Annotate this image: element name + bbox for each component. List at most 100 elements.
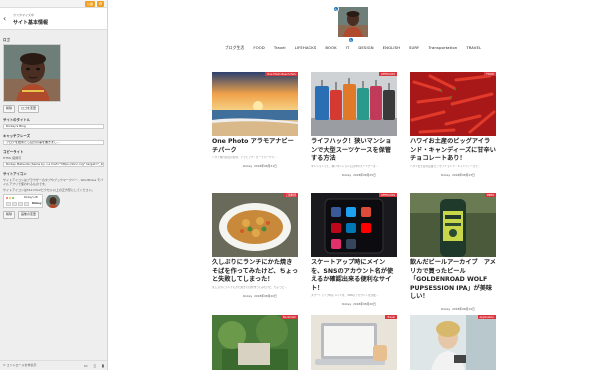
- post-author: Rickey: [342, 302, 352, 307]
- post-title[interactable]: スケートアップ時にメインを、SNSのアカウント名が使えるか確認出来る便利なサイト…: [311, 259, 397, 293]
- post-card[interactable]: One Photo Beach Park One Photo アラモアナビーチパ…: [212, 72, 298, 169]
- site-icon-desc: サイトアイコンはブラウザーのタブやブックマークバー、WordPress モバイル…: [3, 177, 104, 186]
- publish-button[interactable]: 公開: [85, 1, 95, 7]
- nav-item-english[interactable]: ENGLISH: [383, 45, 400, 51]
- post-title[interactable]: One Photo アラモアナビーチパーク: [212, 138, 298, 155]
- post-thumbnail[interactable]: LIFEHACKS: [311, 193, 397, 257]
- change-logo-button[interactable]: ロゴを変更: [18, 105, 40, 113]
- post-excerpt: スケートアップ時にメインを、SNSのアカウント名が使…: [311, 294, 379, 298]
- logo-image[interactable]: [3, 44, 61, 102]
- change-icon-button[interactable]: 画像の変更: [18, 211, 40, 219]
- nav-item-lifehacks[interactable]: LIFEHACKS: [295, 45, 317, 51]
- post-thumbnail[interactable]: One Photo Beach Park: [212, 72, 298, 136]
- site-icon-preview: Rickey's Bl Rickey: [3, 194, 104, 209]
- post-card[interactable]: LIFEHACKS スケートアップ時にメインを、SNSのアカウント名が使えるか確…: [311, 193, 397, 307]
- category-badge[interactable]: BEER: [485, 193, 496, 198]
- desktop-icon[interactable]: ▭: [84, 363, 88, 368]
- nav-item-travel[interactable]: Travel: [274, 45, 286, 51]
- mobile-icon[interactable]: ▮: [102, 363, 104, 368]
- category-badge[interactable]: One Photo Beach Park: [265, 72, 298, 77]
- hide-controls-button[interactable]: ⊙ コントロールを非表示: [3, 363, 36, 367]
- post-thumbnail[interactable]: BEER: [410, 193, 496, 257]
- site-icon-buttons: 削除 画像の変更: [3, 211, 104, 219]
- nav-item-transportation[interactable]: Transportation: [428, 45, 457, 51]
- post-date: 2018年08月19日: [452, 307, 475, 312]
- copyright-input[interactable]: Rickey Matsuda (Same by <a href="https:/…: [3, 161, 104, 167]
- post-author: Rickey: [441, 172, 451, 177]
- hide-controls-label: コントロールを非表示: [6, 363, 37, 367]
- post-card[interactable]: BEER 飲んだビールアーカイブ アメリカで買ったビール「GOLDENROAD …: [410, 193, 496, 312]
- post-thumbnail[interactable]: Bookmark: [212, 315, 298, 370]
- global-nav: ブログ生活 FOOD Travel LIFEHACKS BOOK IT DESI…: [108, 45, 598, 51]
- breadcrumb: カスタマイズ中: [13, 13, 34, 17]
- nav-item-surf[interactable]: SURF: [409, 45, 419, 51]
- post-meta: Rickey 2018年08月20日: [236, 293, 298, 298]
- post-date: 2018年08月31日: [254, 164, 277, 169]
- post-thumbnail[interactable]: Application: [410, 315, 496, 370]
- site-logo[interactable]: [338, 7, 368, 37]
- post-thumbnail[interactable]: ご飯料理: [212, 193, 298, 257]
- post-meta: Rickey 2018年08月31日: [236, 164, 298, 169]
- author-avatar: [335, 302, 340, 307]
- back-arrow-icon[interactable]: ‹: [3, 14, 6, 23]
- remove-icon-button[interactable]: 削除: [3, 211, 16, 219]
- post-title[interactable]: 飲んだビールアーカイブ アメリカで買ったビール「GOLDENROAD WOLF …: [410, 259, 496, 302]
- site-icon-label: サイトアイコン: [3, 171, 27, 176]
- nav-item-blog-life[interactable]: ブログ生活: [225, 45, 244, 51]
- copyright-label: コピーライト: [3, 149, 24, 154]
- author-avatar: [434, 172, 439, 177]
- post-thumbnail[interactable]: FOOD: [410, 72, 496, 136]
- post-thumbnail[interactable]: Travel: [311, 315, 397, 370]
- post-meta: Rickey 2018年08月23日: [434, 172, 496, 177]
- author-avatar: [236, 293, 241, 298]
- post-excerpt: マンションって、狭いマンションには中々スーツケース…: [311, 164, 378, 168]
- edit-logo-pencil-icon[interactable]: ✎: [333, 6, 339, 12]
- post-date: 2018年08月23日: [452, 172, 475, 177]
- post-excerpt: ハワイお土産の定番 ビッグアイランド・キャンディーズで…: [410, 164, 481, 168]
- remove-logo-button[interactable]: 削除: [3, 105, 16, 113]
- category-badge[interactable]: Bookmark: [280, 315, 298, 320]
- post-title[interactable]: ライフハック！狭いマンションで大型スーツケースを保管する方法: [311, 138, 397, 164]
- post-card[interactable]: FOOD ハワイお土産のビッグアイランド・キャンディーズに甘辛いチョコレートあり…: [410, 72, 496, 177]
- post-date: 2018年08月20日: [254, 293, 277, 298]
- post-card[interactable]: LIFEHACKS ライフハック！狭いマンションで大型スーツケースを保管する方法…: [311, 72, 397, 177]
- customizer-footer: ⊙ コントロールを非表示 ▭ ▯ ▮: [0, 360, 107, 370]
- category-badge[interactable]: LIFEHACKS: [378, 193, 397, 198]
- site-preview: ✎ ✎ ブログ生活 FOOD Travel LIFEHACKS BOOK IT …: [108, 0, 598, 370]
- nav-item-food[interactable]: FOOD: [253, 45, 265, 51]
- app-preview-title: Rickey: [32, 202, 42, 206]
- post-card[interactable]: Travel: [311, 315, 397, 370]
- category-badge[interactable]: ご飯料理: [283, 193, 298, 198]
- window-dots: [6, 197, 14, 200]
- tablet-icon[interactable]: ▯: [94, 363, 96, 368]
- nav-item-travel-2[interactable]: TRAVEL: [466, 45, 481, 51]
- nav-item-it[interactable]: IT: [346, 45, 350, 51]
- post-title[interactable]: ハワイお土産のビッグアイランド・キャンディーズに甘辛いチョコレートあり！: [410, 138, 496, 164]
- device-preview-buttons: ▭ ▯ ▮: [84, 363, 104, 368]
- logo-label: ロゴ: [3, 38, 10, 42]
- browser-tab-preview: Rickey's Bl Rickey: [3, 194, 43, 209]
- post-title[interactable]: 久しぶりにランチにかた焼きそばを作ってみたけど、ちょっと失敗してしまった！: [212, 259, 298, 285]
- post-card[interactable]: Bookmark: [212, 315, 298, 370]
- post-thumbnail[interactable]: LIFEHACKS: [311, 72, 397, 136]
- post-meta: Rickey 2018年08月25日: [335, 172, 397, 177]
- category-badge[interactable]: Application: [477, 315, 496, 320]
- post-card[interactable]: ご飯料理 久しぶりにランチにかた焼きそばを作ってみたけど、ちょっと失敗してしまっ…: [212, 193, 298, 298]
- tagline-input[interactable]: ブログを始めたら自分の事を書きまし...: [3, 139, 104, 145]
- post-meta: Rickey 2018年08月20日: [335, 302, 397, 307]
- customizer-topbar: 公開 ⚙: [0, 0, 107, 8]
- logo-buttons: 削除 ロゴを変更: [3, 105, 104, 113]
- nav-item-design[interactable]: DESIGN: [358, 45, 373, 51]
- category-badge[interactable]: FOOD: [484, 72, 496, 77]
- site-title-input[interactable]: Rickey's Blog: [3, 123, 104, 129]
- edit-menu-pencil-icon[interactable]: ✎: [348, 37, 354, 43]
- nav-item-book[interactable]: BOOK: [325, 45, 336, 51]
- post-card[interactable]: Application: [410, 315, 496, 370]
- customizer-app: 公開 ⚙ ‹ カスタマイズ中 サイト基本情報 ロゴ 削除 ロゴを変更 サイトのタ…: [0, 0, 598, 370]
- tab-preview-title: Rickey's Bl: [24, 196, 38, 200]
- site-title-label: サイトのタイトル: [3, 117, 31, 122]
- category-badge[interactable]: LIFEHACKS: [378, 72, 397, 77]
- site-icon-image[interactable]: [46, 194, 60, 209]
- category-badge[interactable]: Travel: [385, 315, 397, 320]
- publish-settings-gear-icon[interactable]: ⚙: [97, 1, 104, 7]
